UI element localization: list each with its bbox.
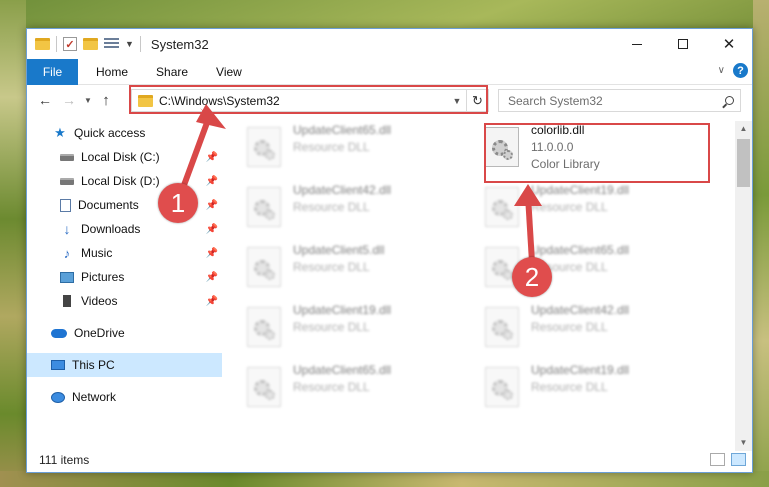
step-1-callout: 1 — [158, 183, 198, 223]
arrow-head-1-fill — [196, 104, 226, 129]
step-2-callout: 2 — [512, 257, 552, 297]
arrow-head-2 — [514, 184, 542, 206]
annotation-arrows — [177, 104, 542, 263]
